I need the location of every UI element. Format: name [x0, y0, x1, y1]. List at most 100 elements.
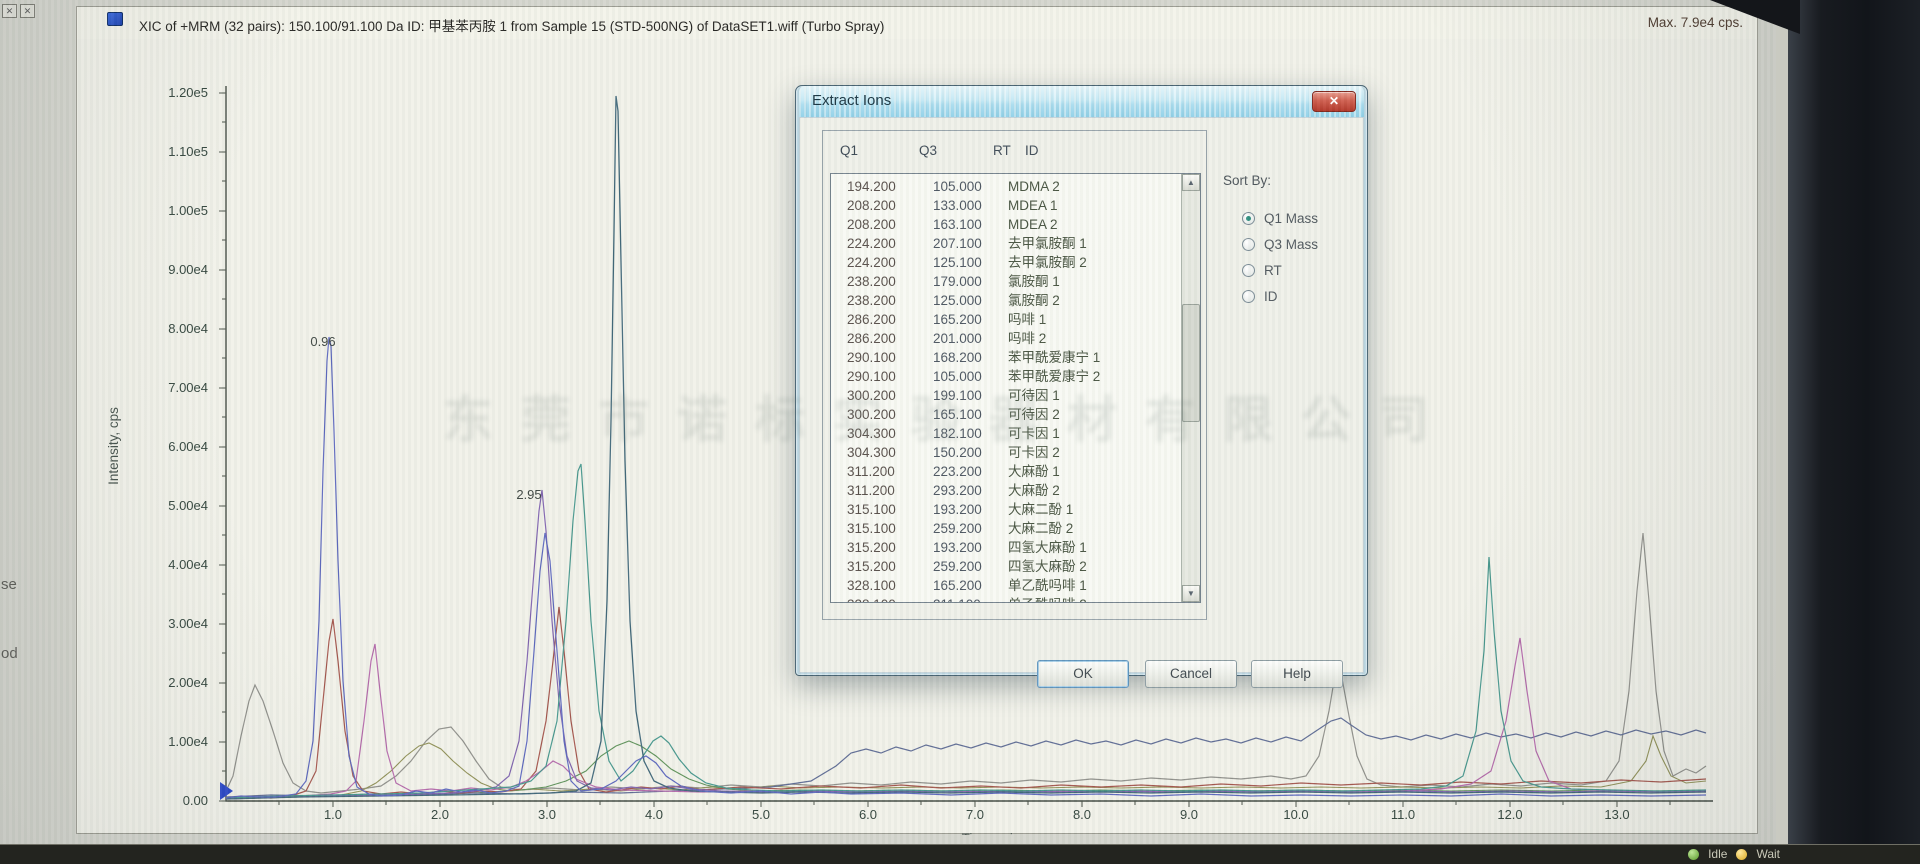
q1-value: 286.200	[847, 310, 933, 329]
id-value: 苯甲酰爱康宁 1	[1008, 348, 1100, 367]
y-tick-label: 2.00e4	[168, 675, 208, 690]
id-value: 大麻酚 2	[1008, 481, 1060, 500]
radio-id[interactable]: ID	[1242, 288, 1358, 304]
q1-value: 290.100	[847, 367, 933, 386]
cutoff-text-fragment: se	[1, 576, 17, 593]
y-tick-label: 8.00e4	[168, 321, 208, 336]
id-value: MDEA 1	[1008, 196, 1058, 215]
list-item[interactable]: 224.200125.100去甲氯胺酮 2	[831, 253, 1181, 272]
list-item[interactable]: 208.200133.000MDEA 1	[831, 196, 1181, 215]
column-header-q1[interactable]: Q1	[840, 143, 858, 158]
list-item[interactable]: 311.200223.200大麻酚 1	[831, 462, 1181, 481]
id-value: 氯胺酮 1	[1008, 272, 1060, 291]
x-tick-label: 7.0	[966, 807, 984, 822]
x-tick-label: 11.0	[1391, 807, 1415, 822]
arrow-down-icon: ▼	[1187, 589, 1195, 598]
sort-by-label: Sort By:	[1223, 173, 1358, 188]
list-item[interactable]: 315.200259.200四氢大麻酚 2	[831, 557, 1181, 576]
scroll-down-button[interactable]: ▼	[1182, 585, 1200, 602]
list-item[interactable]: 238.200125.000氯胺酮 2	[831, 291, 1181, 310]
q1-value: 328.100	[847, 595, 933, 603]
q1-value: 304.300	[847, 424, 933, 443]
radio-q1-mass[interactable]: Q1 Mass	[1242, 210, 1358, 226]
y-tick-label: 1.10e5	[168, 144, 208, 159]
y-tick-label: 3.00e4	[168, 616, 208, 631]
q3-value: 168.200	[933, 348, 1008, 367]
column-header-q3[interactable]: Q3	[919, 143, 937, 158]
y-axis-ticks	[219, 93, 226, 801]
q3-value: 105.000	[933, 177, 1008, 196]
cutoff-text-fragment: od	[1, 645, 18, 662]
scroll-up-button[interactable]: ▲	[1182, 174, 1200, 191]
list-item[interactable]: 328.100211.100单乙酰吗啡 2	[831, 595, 1181, 603]
list-item[interactable]: 315.100259.200大麻二酚 2	[831, 519, 1181, 538]
column-header-rt[interactable]: RT	[993, 143, 1011, 158]
id-value: 单乙酰吗啡 1	[1008, 576, 1087, 595]
close-icon: ✕	[1329, 94, 1339, 108]
list-item[interactable]: 286.200165.200吗啡 1	[831, 310, 1181, 329]
status-green-icon	[1688, 849, 1699, 860]
close-button[interactable]: ✕	[1312, 91, 1356, 112]
id-value: 大麻酚 1	[1008, 462, 1060, 481]
list-item[interactable]: 286.200201.000吗啡 2	[831, 329, 1181, 348]
help-button[interactable]: Help	[1251, 660, 1343, 688]
ok-button[interactable]: OK	[1037, 660, 1129, 688]
q1-value: 315.200	[847, 557, 933, 576]
radio-icon	[1242, 264, 1255, 277]
q1-value: 311.200	[847, 481, 933, 500]
ion-pair-listbox[interactable]: 194.200105.000MDMA 2 208.200133.000MDEA …	[830, 173, 1201, 603]
y-axis-title: Intensity, cps	[106, 407, 121, 485]
list-item[interactable]: 315.200193.200四氢大麻酚 1	[831, 538, 1181, 557]
list-item[interactable]: 315.100193.200大麻二酚 1	[831, 500, 1181, 519]
q1-value: 238.200	[847, 291, 933, 310]
dialog-title-bar[interactable]: Extract Ions ✕	[799, 86, 1364, 117]
x-tick-label: 5.0	[752, 807, 770, 822]
cutoff-close-icon[interactable]: ✕	[2, 4, 17, 18]
q1-value: 315.100	[847, 500, 933, 519]
q1-value: 208.200	[847, 215, 933, 234]
radio-icon	[1242, 290, 1255, 303]
list-item[interactable]: 328.100165.200单乙酰吗啡 1	[831, 576, 1181, 595]
id-value: 吗啡 2	[1008, 329, 1046, 348]
q3-value: 125.000	[933, 291, 1008, 310]
q3-value: 223.200	[933, 462, 1008, 481]
monitor-bezel-corner	[1710, 0, 1800, 34]
list-item[interactable]: 300.200165.100可待因 2	[831, 405, 1181, 424]
list-item[interactable]: 194.200105.000MDMA 2	[831, 177, 1181, 196]
list-item[interactable]: 224.200207.100去甲氯胺酮 1	[831, 234, 1181, 253]
list-item[interactable]: 290.100168.200苯甲酰爱康宁 1	[831, 348, 1181, 367]
radio-label: Q1 Mass	[1264, 211, 1318, 226]
q1-value: 300.200	[847, 386, 933, 405]
id-value: 氯胺酮 2	[1008, 291, 1060, 310]
list-item[interactable]: 208.200163.100MDEA 2	[831, 215, 1181, 234]
q3-value: 150.200	[933, 443, 1008, 462]
list-item[interactable]: 304.300150.200可卡因 2	[831, 443, 1181, 462]
list-item[interactable]: 290.100105.000苯甲酰爱康宁 2	[831, 367, 1181, 386]
list-item[interactable]: 238.200179.000氯胺酮 1	[831, 272, 1181, 291]
column-header-id[interactable]: ID	[1025, 143, 1039, 158]
x-tick-label: 8.0	[1073, 807, 1091, 822]
y-tick-label: 4.00e4	[168, 557, 208, 572]
radio-label: RT	[1264, 263, 1282, 278]
radio-selected-icon	[1242, 212, 1255, 225]
radio-icon	[1242, 238, 1255, 251]
list-item[interactable]: 300.200199.100可待因 1	[831, 386, 1181, 405]
q3-value: 165.200	[933, 310, 1008, 329]
id-value: 大麻二酚 2	[1008, 519, 1073, 538]
q1-value: 194.200	[847, 177, 933, 196]
radio-q3-mass[interactable]: Q3 Mass	[1242, 236, 1358, 252]
y-tick-label: 6.00e4	[168, 439, 208, 454]
list-scrollbar[interactable]: ▲ ▼	[1181, 174, 1200, 602]
radio-label: ID	[1264, 289, 1278, 304]
id-value: 可待因 2	[1008, 405, 1060, 424]
id-value: 四氢大麻酚 2	[1008, 557, 1087, 576]
cancel-button[interactable]: Cancel	[1145, 660, 1237, 688]
cutoff-close-icon[interactable]: ✕	[20, 4, 35, 18]
list-item[interactable]: 311.200293.200大麻酚 2	[831, 481, 1181, 500]
monitor-bezel-right	[1788, 0, 1920, 864]
radio-rt[interactable]: RT	[1242, 262, 1358, 278]
status-yellow-icon	[1736, 849, 1747, 860]
list-item[interactable]: 304.300182.100可卡因 1	[831, 424, 1181, 443]
scrollbar-thumb[interactable]	[1182, 304, 1200, 422]
x-tick-label: 12.0	[1497, 807, 1522, 822]
